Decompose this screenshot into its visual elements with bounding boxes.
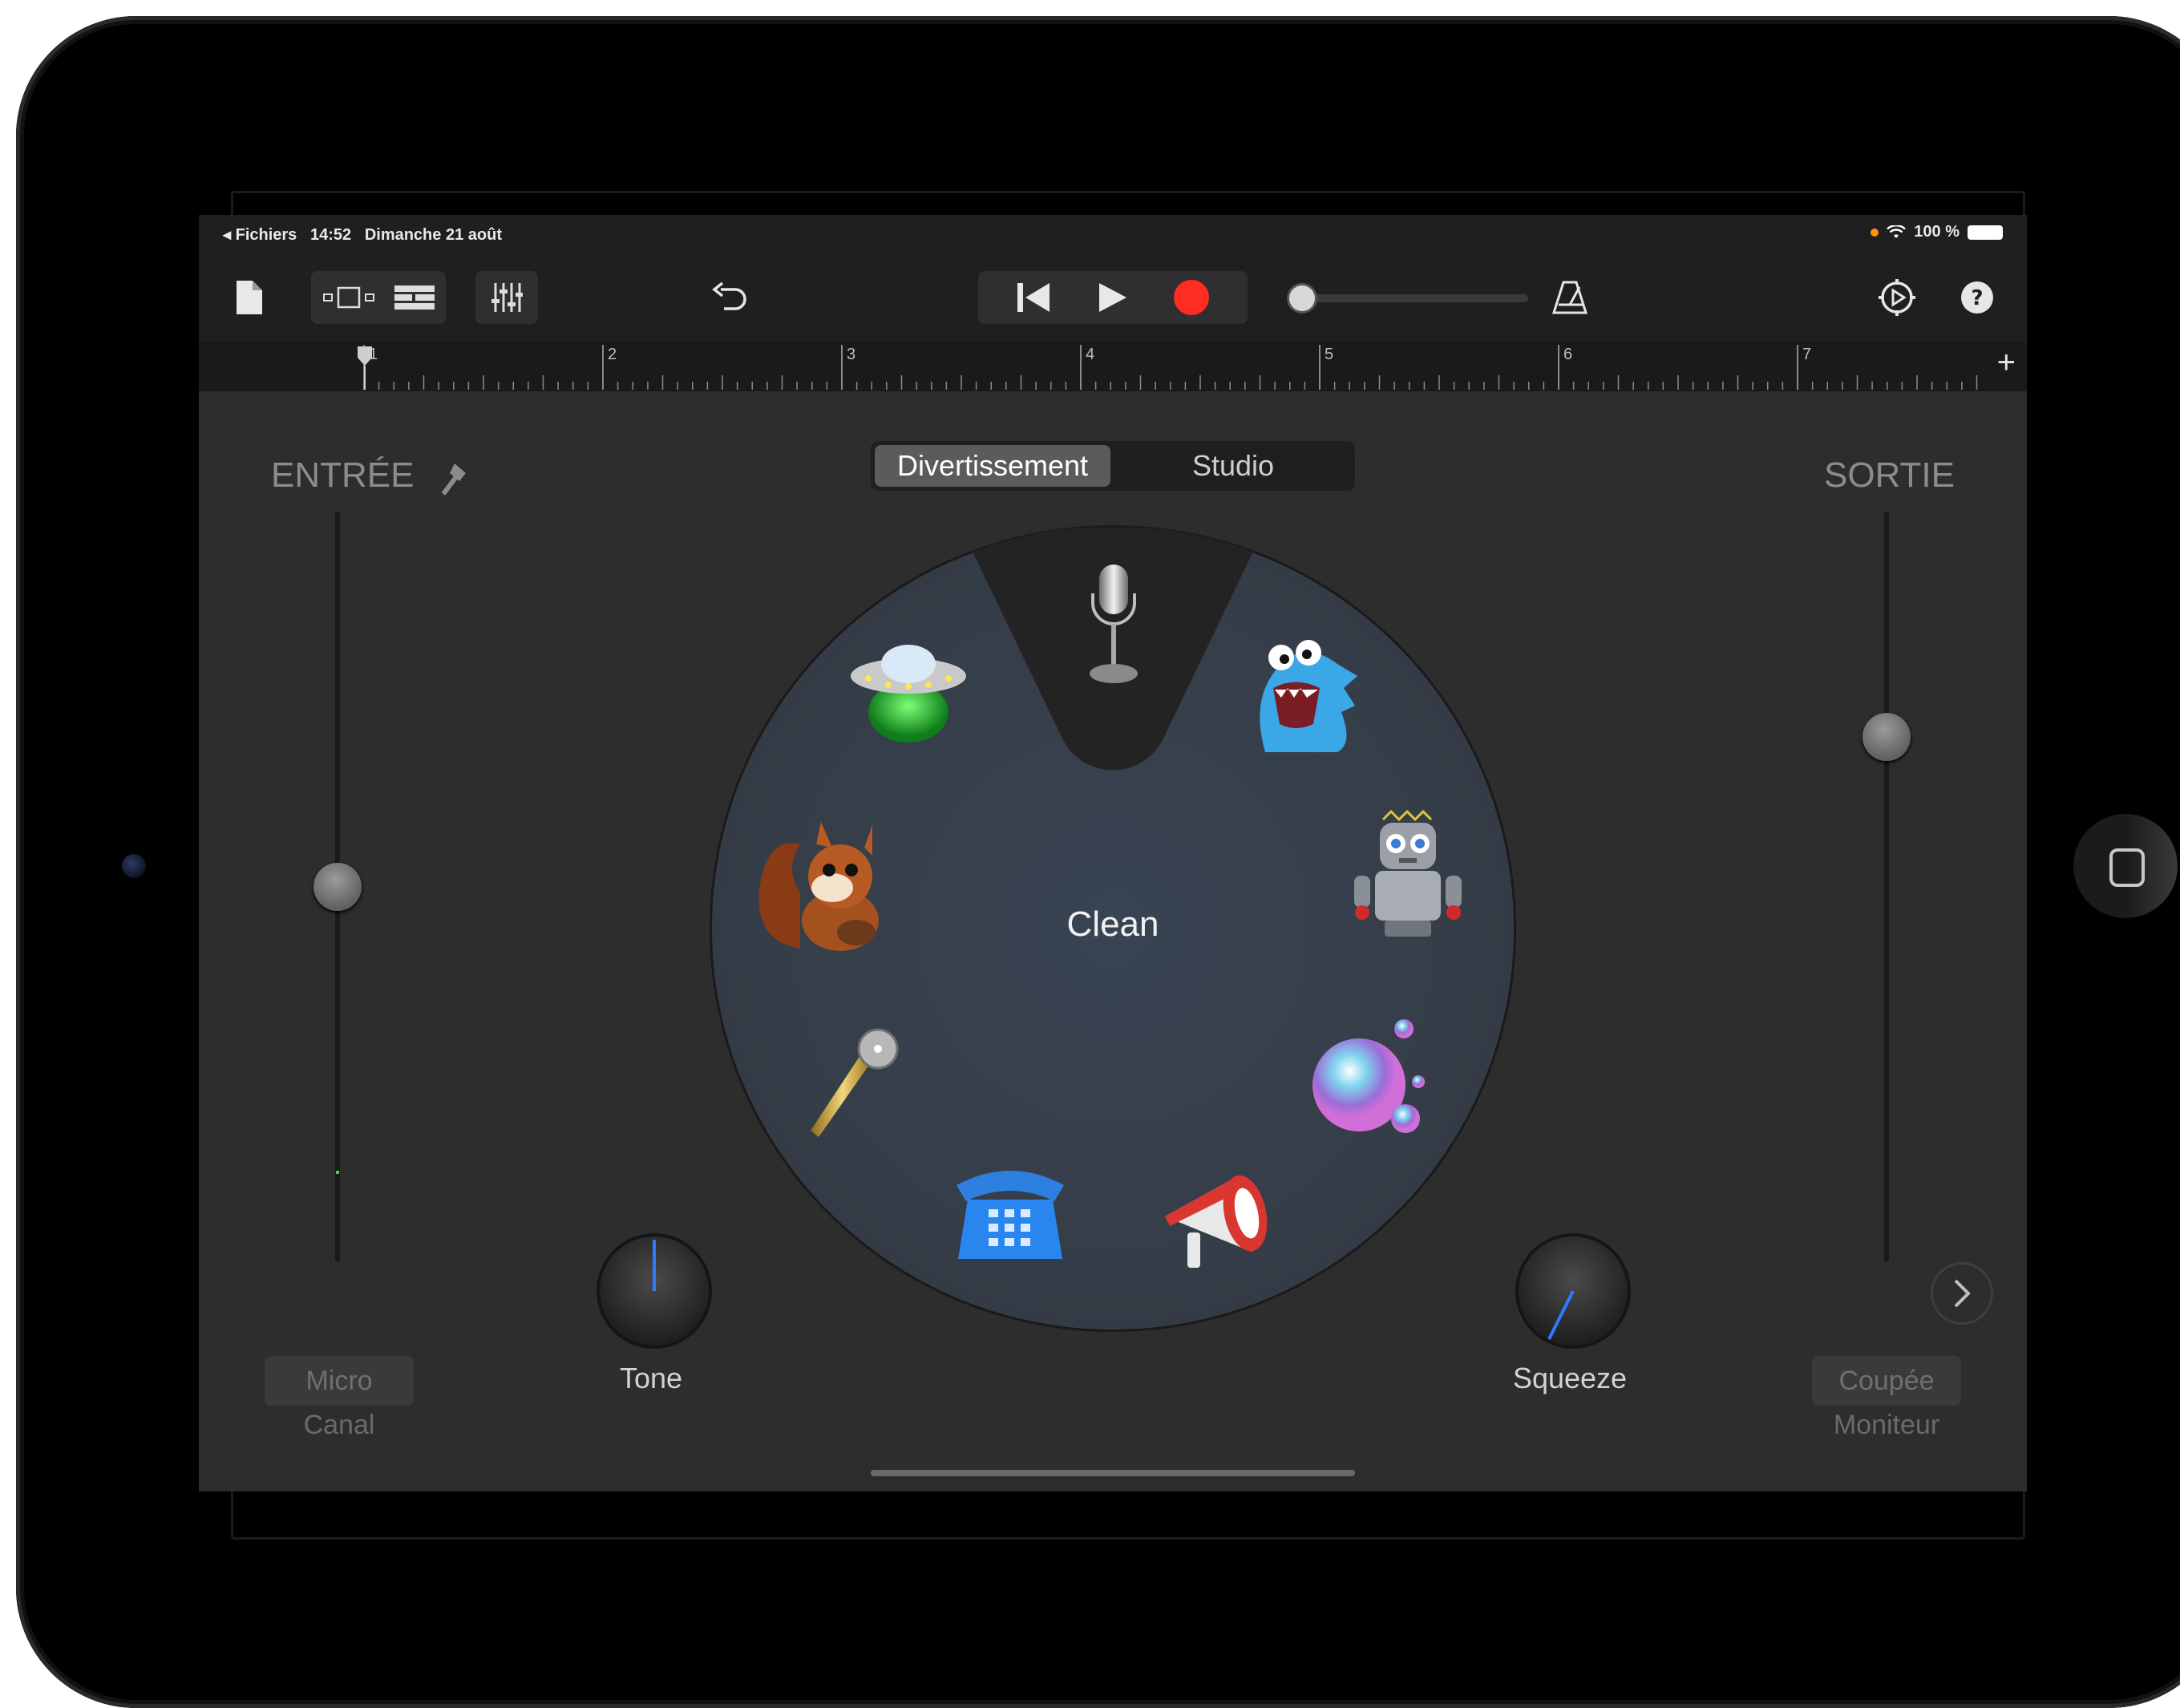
playhead-icon — [358, 346, 372, 390]
undo-icon — [712, 281, 746, 310]
view-toggle-group — [311, 271, 446, 324]
battery-percent: 100 % — [1914, 223, 1960, 241]
back-arrow-icon[interactable]: ◂ — [223, 226, 231, 244]
my-songs-button[interactable] — [231, 277, 268, 318]
play-icon[interactable] — [1096, 281, 1128, 314]
home-indicator — [871, 1470, 1355, 1476]
input-title-text: ENTRÉE — [271, 455, 415, 495]
battery-icon — [1968, 225, 2003, 240]
wifi-icon — [1887, 225, 1907, 238]
timeline-ruler[interactable]: 1234567 + — [199, 342, 2027, 391]
mixer-sliders-icon — [491, 283, 523, 312]
metronome-button[interactable] — [1546, 277, 1594, 318]
garageband-screen: ◂ Fichiers 14:52 Dimanche 21 août 100 % — [199, 215, 2027, 1491]
home-button[interactable] — [2073, 814, 2178, 918]
rewind-to-start-icon[interactable] — [1016, 281, 1051, 314]
mic-indicator-icon — [1871, 228, 1879, 237]
settings-button[interactable] — [1873, 277, 1921, 318]
status-time: 14:52 — [309, 226, 352, 244]
chevron-right-icon — [1954, 1279, 1971, 1308]
playhead-track — [1304, 294, 1528, 302]
ruler-bar-number: 4 — [1086, 346, 1094, 363]
clean-microphone-icon[interactable] — [1075, 561, 1152, 690]
monitor-button[interactable]: Coupée — [1812, 1356, 1961, 1406]
toolbar: ? — [199, 253, 2027, 342]
help-button[interactable]: ? — [1953, 277, 2001, 318]
song-settings-icon — [1879, 279, 1915, 316]
tone-knob-indicator — [653, 1240, 656, 1291]
tone-knob[interactable] — [597, 1233, 712, 1349]
playhead-marker[interactable] — [356, 345, 374, 390]
transport-controls — [978, 271, 1248, 324]
input-source-button[interactable]: Micro — [265, 1356, 414, 1406]
status-left: ◂ Fichiers 14:52 Dimanche 21 août — [223, 225, 502, 245]
ruler-ticks: 1234567 — [363, 345, 1978, 390]
squeeze-label: Squeeze — [1512, 1362, 1628, 1394]
input-level-slider-thumb[interactable] — [313, 863, 362, 911]
svg-text:?: ? — [1971, 286, 1983, 310]
input-meter-indicator — [336, 1171, 339, 1174]
playhead-slider[interactable] — [1289, 285, 1530, 311]
tone-label: Tone — [619, 1362, 683, 1394]
help-icon: ? — [1961, 281, 1993, 314]
ruler-bar-number: 7 — [1802, 346, 1811, 363]
segment-studio[interactable]: Studio — [1115, 445, 1351, 487]
home-square-icon — [2109, 848, 2145, 887]
voice-effect-wheel[interactable]: Clean — [712, 528, 1514, 1330]
back-app-label[interactable]: Fichiers — [236, 226, 297, 244]
record-icon[interactable] — [1173, 279, 1210, 316]
ruler-bar-number: 3 — [847, 346, 855, 363]
status-right: 100 % — [1871, 223, 2003, 241]
squeeze-knob-indicator — [1547, 1290, 1575, 1340]
playhead-thumb[interactable] — [1289, 285, 1315, 311]
tracks-view-icon[interactable] — [394, 284, 435, 311]
document-icon — [237, 281, 262, 314]
bubbles-icon[interactable] — [1309, 1013, 1438, 1141]
mixer-button[interactable] — [475, 271, 538, 324]
squeeze-knob[interactable] — [1515, 1233, 1631, 1349]
more-settings-button[interactable] — [1931, 1262, 1993, 1325]
output-level-slider-thumb[interactable] — [1863, 712, 1911, 761]
telephone-icon[interactable] — [950, 1161, 1070, 1265]
alien-ufo-icon[interactable] — [844, 632, 973, 752]
add-section-button[interactable]: + — [1997, 345, 2016, 381]
mode-segmented-control: Divertissement Studio — [871, 441, 1355, 491]
vocal-mic-icon[interactable] — [804, 1025, 908, 1145]
undo-button[interactable] — [706, 277, 754, 318]
metronome-icon — [1552, 281, 1587, 314]
output-title: SORTIE — [1823, 455, 1955, 495]
monster-icon[interactable] — [1249, 632, 1361, 760]
instrument-view-icon[interactable] — [322, 285, 378, 310]
ruler-bar-number: 2 — [608, 346, 617, 363]
ruler-bar-number: 6 — [1563, 346, 1572, 363]
input-settings-icon[interactable] — [439, 459, 471, 496]
segment-divertissement[interactable]: Divertissement — [875, 445, 1110, 487]
input-source-label: Canal — [303, 1410, 375, 1440]
status-date: Dimanche 21 août — [364, 226, 502, 244]
status-bar: ◂ Fichiers 14:52 Dimanche 21 août 100 % — [199, 215, 2027, 253]
voice-recorder-panel: ENTRÉE SORTIE Divertissement Studio Clea… — [199, 391, 2027, 1491]
megaphone-icon[interactable] — [1157, 1149, 1285, 1277]
camera-icon — [122, 854, 146, 878]
ruler-bar-number: 5 — [1325, 346, 1333, 363]
output-level-track — [1884, 512, 1889, 1262]
input-title: ENTRÉE — [271, 455, 471, 496]
selected-effect-label: Clean — [1066, 905, 1159, 944]
monitor-label: Moniteur — [1833, 1410, 1940, 1440]
